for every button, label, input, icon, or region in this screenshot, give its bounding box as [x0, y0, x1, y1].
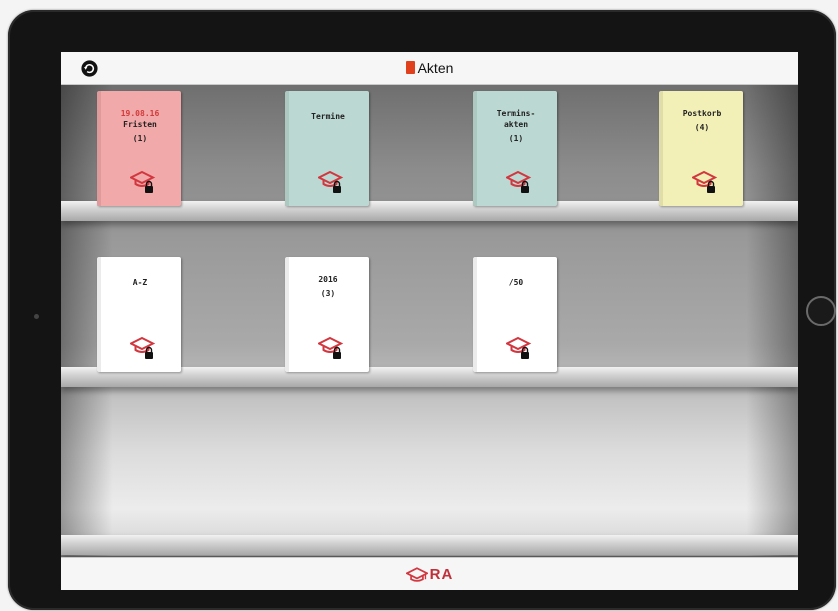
book-spine	[473, 257, 477, 372]
app-brand[interactable]: RA	[61, 564, 798, 584]
book-label-line: (1)	[132, 134, 148, 143]
book-label-line: /50	[508, 278, 524, 287]
book-spine	[473, 91, 477, 206]
book-date: 19.08.16	[120, 109, 160, 118]
book-label: 19.08.16 Fristen (1)	[103, 108, 177, 144]
graduation-cap-lock-icon	[318, 170, 344, 193]
book-label: A-Z	[103, 277, 177, 288]
book-label-line: (1)	[508, 134, 524, 143]
book-label: Termins-akten (1)	[479, 108, 553, 144]
graduation-cap-lock-icon	[506, 336, 532, 359]
page-title-text: Akten	[417, 60, 454, 76]
graduation-cap-lock-icon	[130, 170, 156, 193]
book-label-line: (3)	[320, 289, 336, 298]
home-button[interactable]	[806, 296, 836, 326]
book-fristen[interactable]: 19.08.16 Fristen (1)	[97, 91, 181, 206]
book-label-line: Termine	[311, 112, 345, 121]
graduation-cap-lock-icon	[130, 336, 156, 359]
top-bar: Akten	[61, 52, 798, 85]
book-terminsakten[interactable]: Termins-akten (1)	[473, 91, 557, 206]
book-label: Termine	[291, 111, 365, 122]
graduation-cap-lock-icon	[692, 170, 718, 193]
book-termine[interactable]: Termine	[285, 91, 369, 206]
graduation-cap-lock-icon	[506, 170, 532, 193]
book-label-line: 2016	[318, 275, 338, 284]
book-spine	[285, 91, 289, 206]
book-a-z[interactable]: A-Z	[97, 257, 181, 372]
book-label-line: Termins-	[496, 109, 536, 118]
book-label-line: A-Z	[132, 278, 148, 287]
book-label-line: akten	[503, 120, 529, 129]
book-spine	[97, 91, 101, 206]
book-spine	[97, 257, 101, 372]
screen: Akten 19.08.16 Fristen (1) Termine Termins-a…	[61, 52, 798, 590]
book-spine	[659, 91, 663, 206]
graduation-cap-logo-icon	[405, 566, 428, 582]
red-book-icon	[405, 61, 415, 74]
book-label: Postkorb (4)	[665, 108, 739, 133]
app-brand-label: RA	[429, 566, 454, 583]
graduation-cap-lock-icon	[318, 336, 344, 359]
page-title: Akten	[61, 60, 798, 76]
camera-dot	[34, 314, 39, 319]
book-2016[interactable]: 2016 (3)	[285, 257, 369, 372]
book-spine	[285, 257, 289, 372]
book-label-line: Fristen	[123, 120, 157, 129]
book-postkorb[interactable]: Postkorb (4)	[659, 91, 743, 206]
book-label-line: Postkorb	[682, 109, 722, 118]
book-label: /50	[479, 277, 553, 288]
shelf-plank	[61, 535, 798, 555]
book-label-line: (4)	[694, 123, 710, 132]
bottom-bar: RA	[61, 557, 798, 590]
book-50[interactable]: /50	[473, 257, 557, 372]
book-label: 2016 (3)	[291, 274, 365, 299]
